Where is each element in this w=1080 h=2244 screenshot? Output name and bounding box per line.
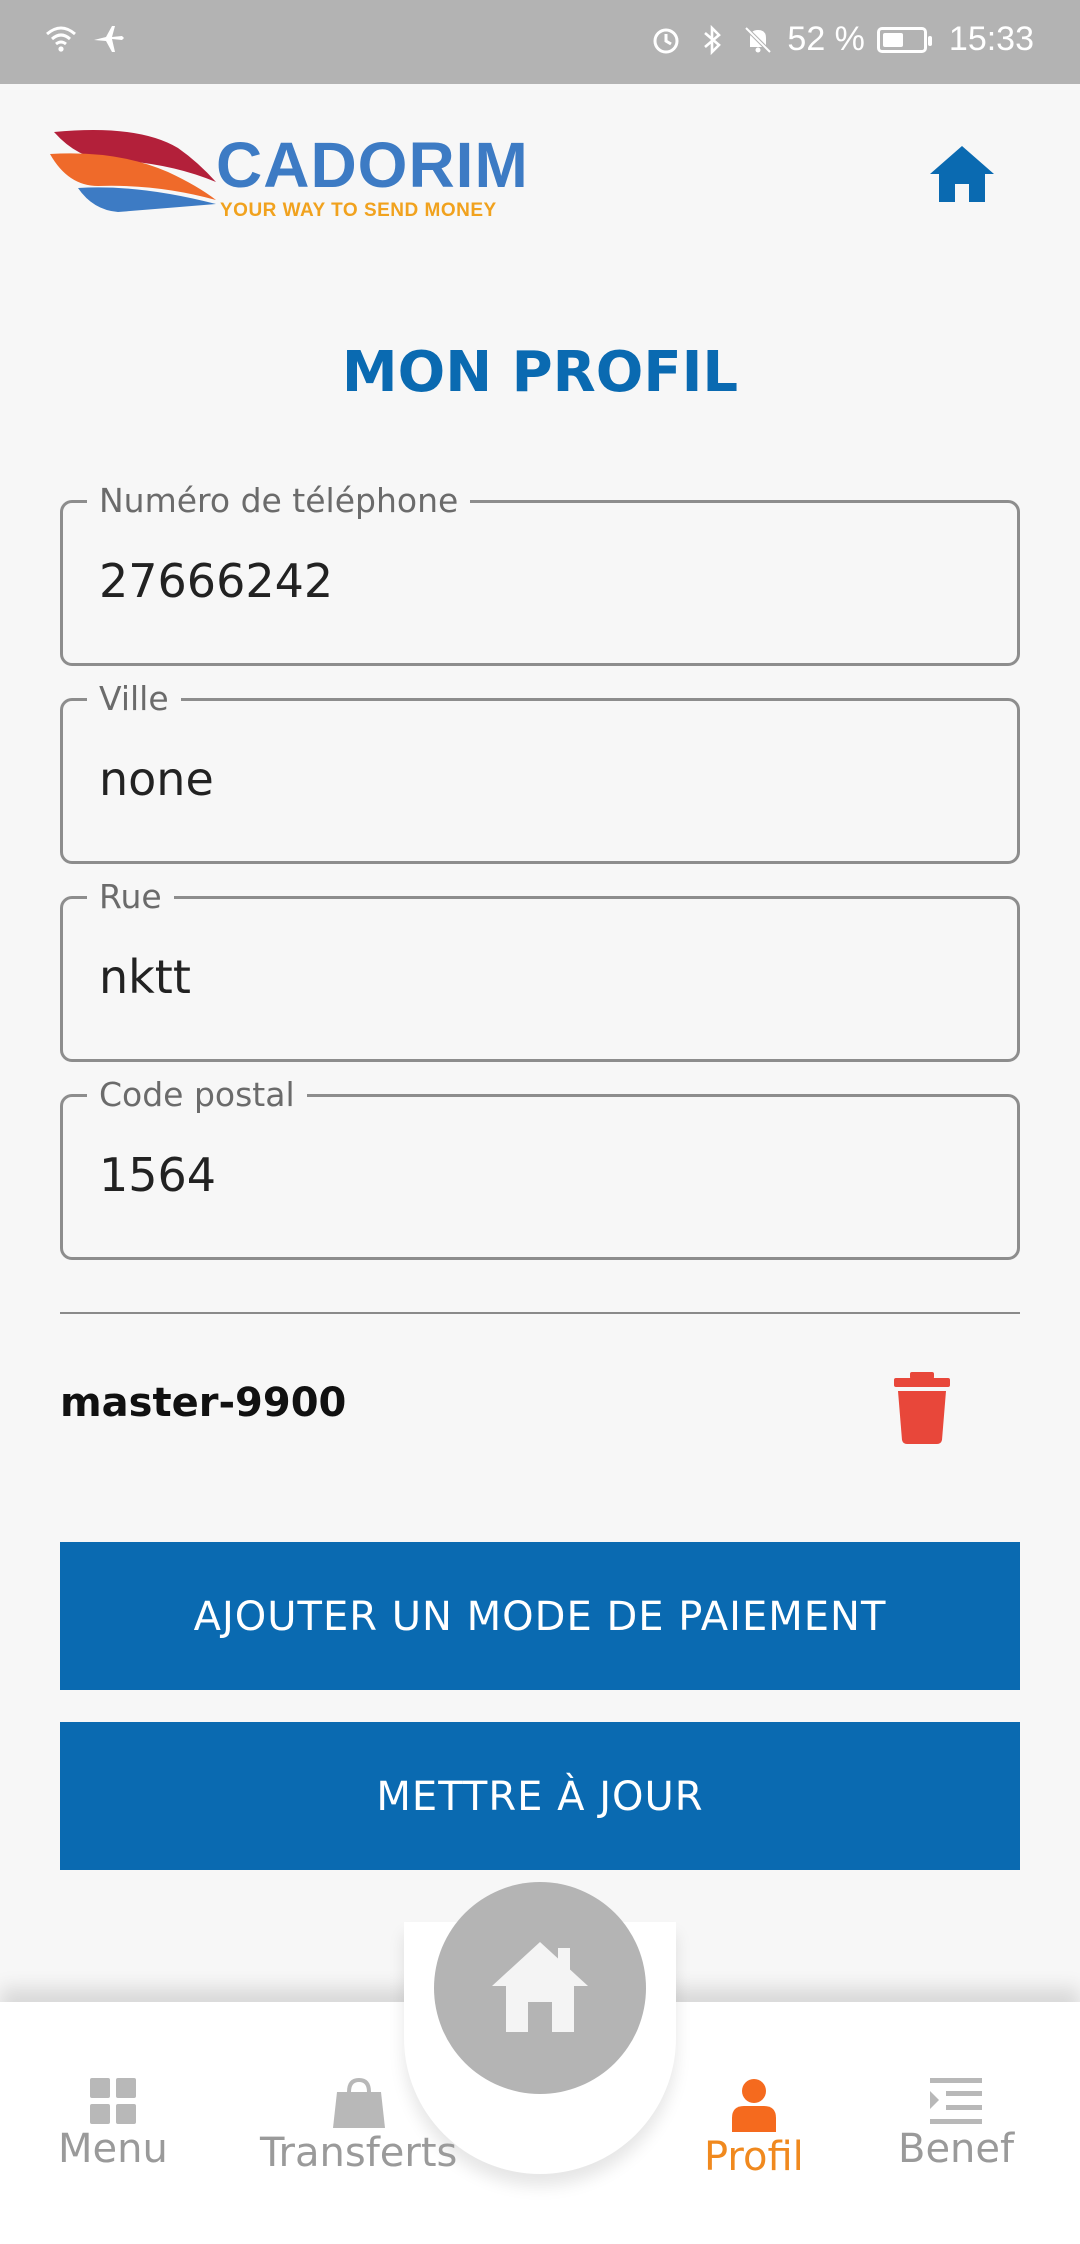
city-field-value[interactable]: none: [99, 749, 214, 809]
mute-bell-icon: [744, 26, 772, 53]
city-field[interactable]: Ville none: [60, 679, 1020, 864]
phone-field-label: Numéro de téléphone: [87, 481, 471, 521]
logo-wing-icon: [50, 130, 216, 212]
add-payment-method-button[interactable]: AJOUTER UN MODE DE PAIEMENT: [60, 1542, 1020, 1690]
street-field[interactable]: Rue nktt: [60, 877, 1020, 1062]
phone-field-value[interactable]: 27666242: [99, 551, 333, 611]
person-icon: [731, 2079, 776, 2132]
bag-icon: [332, 2078, 385, 2128]
logo-brand: CADORIM: [216, 129, 529, 201]
wifi-icon: [46, 26, 76, 52]
logo-tagline: YOUR WAY TO SEND MONEY: [220, 200, 497, 221]
nav-item-benef[interactable]: Benef: [898, 2078, 1014, 2172]
phone-field[interactable]: Numéro de téléphone 27666242: [60, 481, 1020, 666]
alarm-icon: [653, 28, 679, 53]
nav-item-menu[interactable]: Menu: [58, 2078, 168, 2172]
battery-icon: [876, 26, 932, 53]
page-title: MON PROFIL: [341, 340, 739, 405]
home-icon[interactable]: [928, 142, 996, 206]
grid-icon: [89, 2078, 136, 2124]
update-button[interactable]: METTRE À JOUR: [60, 1722, 1020, 1870]
battery-percent: 52 %: [787, 20, 865, 58]
divider: [60, 1312, 1020, 1314]
trash-icon[interactable]: [894, 1372, 950, 1444]
nav-label-profil: Profil: [704, 2134, 804, 2180]
list-icon: [930, 2078, 983, 2124]
street-field-value[interactable]: nktt: [99, 947, 191, 1007]
nav-label-transferts: Transferts: [260, 2130, 458, 2176]
home-fab-button[interactable]: [434, 1882, 646, 2094]
airplane-icon: [94, 26, 124, 52]
nav-item-profil[interactable]: Profil: [704, 2078, 804, 2180]
postal-code-field-label: Code postal: [87, 1075, 307, 1115]
city-field-label: Ville: [87, 679, 181, 719]
app-header: CADORIM YOUR WAY TO SEND MONEY: [0, 84, 1080, 264]
postal-code-field[interactable]: Code postal 1564: [60, 1075, 1020, 1260]
nav-item-transferts[interactable]: Transferts: [260, 2078, 457, 2176]
bottom-navigation: Menu Transferts Profil Benef: [0, 1882, 1080, 2244]
home-icon: [492, 1942, 588, 2032]
payment-method-label: master-9900: [60, 1380, 347, 1426]
clock: 15:33: [948, 20, 1034, 58]
street-field-label: Rue: [87, 877, 174, 917]
postal-code-field-value[interactable]: 1564: [99, 1145, 216, 1205]
status-bar: 52 % 15:33: [0, 0, 1080, 84]
cadorim-logo: CADORIM YOUR WAY TO SEND MONEY: [48, 128, 528, 228]
nav-label-benef: Benef: [898, 2126, 1015, 2172]
bluetooth-icon: [704, 24, 722, 55]
nav-label-menu: Menu: [58, 2126, 168, 2172]
